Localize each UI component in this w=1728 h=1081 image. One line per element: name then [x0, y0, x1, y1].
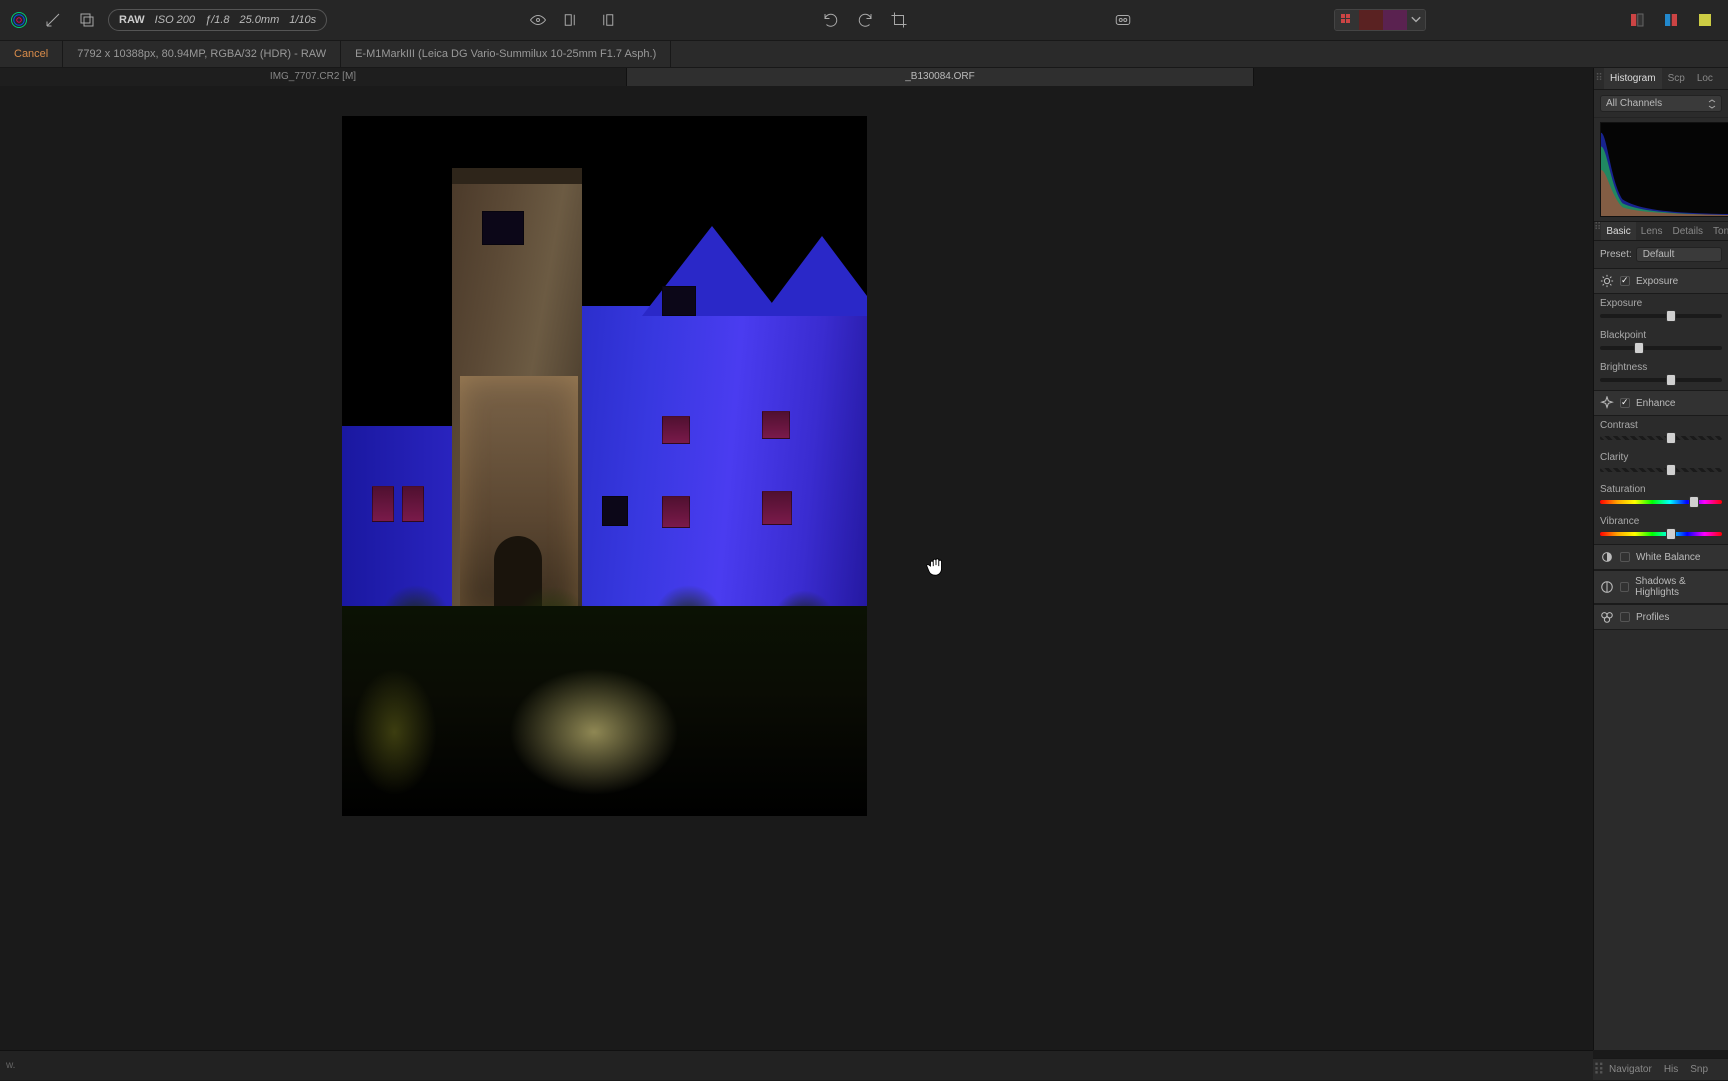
- camera-info: E-M1MarkIII (Leica DG Vario-Summilux 10-…: [341, 40, 671, 68]
- updown-icon: [1708, 99, 1716, 109]
- section-enhance-label: Enhance: [1636, 398, 1675, 409]
- swatch-magenta[interactable]: [1383, 10, 1407, 30]
- slider-vibrance[interactable]: Vibrance: [1594, 512, 1728, 544]
- slider-exposure[interactable]: Exposure: [1594, 294, 1728, 326]
- swatch-more-chevron-icon[interactable]: [1407, 10, 1425, 30]
- slider-blackpoint[interactable]: Blackpoint: [1594, 326, 1728, 358]
- compare-red-icon[interactable]: [1624, 7, 1650, 33]
- overlay-swatches[interactable]: [1334, 9, 1426, 31]
- channel-select[interactable]: All Channels: [1600, 95, 1722, 112]
- shadows-icon: [1600, 580, 1614, 594]
- split-before-icon[interactable]: [559, 7, 585, 33]
- rotate-left-icon[interactable]: [818, 7, 844, 33]
- profiles-checkbox[interactable]: [1620, 612, 1630, 622]
- slider-exposure-label: Exposure: [1600, 298, 1722, 309]
- canvas-area[interactable]: [0, 86, 1254, 1050]
- white-balance-icon: [1600, 550, 1614, 564]
- slider-brightness-label: Brightness: [1600, 362, 1722, 373]
- histogram-display[interactable]: [1600, 122, 1728, 217]
- crop-icon[interactable]: [886, 7, 912, 33]
- tab-scp[interactable]: Scp: [1662, 68, 1691, 89]
- section-shadows-highlights[interactable]: Shadows & Highlights: [1594, 570, 1728, 604]
- tab-tones[interactable]: Tones: [1708, 222, 1728, 240]
- tab-loc[interactable]: Loc: [1691, 68, 1719, 89]
- section-exposure[interactable]: Exposure: [1594, 268, 1728, 294]
- tab-his[interactable]: His: [1658, 1059, 1684, 1081]
- grip-icon[interactable]: ⠿: [1594, 68, 1604, 89]
- wb-checkbox[interactable]: [1620, 552, 1630, 562]
- photo-preview[interactable]: [342, 116, 867, 816]
- section-profiles-label: Profiles: [1636, 612, 1669, 623]
- tab-lens[interactable]: Lens: [1636, 222, 1668, 240]
- tab-snp[interactable]: Snp: [1684, 1059, 1714, 1081]
- exif-badge: RAW ISO 200 ƒ/1.8 25.0mm 1/10s: [108, 9, 327, 31]
- profiles-icon: [1600, 610, 1614, 624]
- aperture-value: ƒ/1.8: [205, 14, 229, 26]
- channel-select-label: All Channels: [1606, 98, 1662, 109]
- preview-eye-icon[interactable]: [525, 7, 551, 33]
- right-sidebar: ⠿ Histogram Scp Loc All Channels ⠿ Basic…: [1593, 68, 1728, 1050]
- slider-brightness[interactable]: Brightness: [1594, 358, 1728, 390]
- tab-navigator[interactable]: Navigator: [1603, 1059, 1658, 1081]
- split-after-icon[interactable]: [593, 7, 619, 33]
- preset-row: Preset: Default: [1594, 241, 1728, 268]
- section-profiles[interactable]: Profiles: [1594, 604, 1728, 630]
- focal-value: 25.0mm: [240, 14, 280, 26]
- tab-histogram[interactable]: Histogram: [1604, 68, 1662, 89]
- tab-image-1[interactable]: IMG_7707.CR2 [M]: [0, 68, 627, 86]
- preset-select[interactable]: Default: [1636, 247, 1722, 262]
- iso-value: ISO 200: [155, 14, 195, 26]
- layers-icon[interactable]: [74, 7, 100, 33]
- sidebar-bottom-tabs: ⠿ Navigator His Snp: [1593, 1058, 1728, 1080]
- raw-label: RAW: [119, 14, 145, 26]
- tab-details[interactable]: Details: [1667, 222, 1708, 240]
- top-toolbar: RAW ISO 200 ƒ/1.8 25.0mm 1/10s: [0, 0, 1728, 40]
- section-wb-label: White Balance: [1636, 552, 1700, 563]
- section-sh-label: Shadows & Highlights: [1635, 576, 1722, 598]
- tab-basic[interactable]: Basic: [1601, 222, 1635, 240]
- grip-icon[interactable]: ⠿: [1593, 1060, 1603, 1080]
- adjust-icon[interactable]: [40, 7, 66, 33]
- sh-checkbox[interactable]: [1620, 582, 1629, 592]
- section-exposure-label: Exposure: [1636, 276, 1678, 287]
- shutter-value: 1/10s: [289, 14, 316, 26]
- app-logo-icon[interactable]: [6, 7, 32, 33]
- cancel-button[interactable]: Cancel: [0, 40, 63, 68]
- slider-vibrance-label: Vibrance: [1600, 516, 1722, 527]
- status-bar: w.: [0, 1050, 1593, 1080]
- slider-saturation-label: Saturation: [1600, 484, 1722, 495]
- tab-image-2[interactable]: _B130084.ORF: [627, 68, 1254, 86]
- adjust-tabs: ⠿ Basic Lens Details Tones: [1594, 221, 1728, 241]
- compare-yellow-icon[interactable]: [1692, 7, 1718, 33]
- slider-saturation[interactable]: Saturation: [1594, 480, 1728, 512]
- slider-contrast[interactable]: Contrast: [1594, 416, 1728, 448]
- enhance-checkbox[interactable]: [1620, 398, 1630, 408]
- grip-icon[interactable]: ⠿: [1594, 222, 1601, 240]
- slider-contrast-label: Contrast: [1600, 420, 1722, 431]
- hand-cursor-icon: [925, 556, 947, 578]
- status-text: w.: [6, 1060, 15, 1071]
- compare-dual-icon[interactable]: [1658, 7, 1684, 33]
- image-dimensions: 7792 x 10388px, 80.94MP, RGBA/32 (HDR) -…: [63, 40, 341, 68]
- exposure-icon: [1600, 274, 1614, 288]
- sidebar-top-tabs: ⠿ Histogram Scp Loc: [1594, 68, 1728, 90]
- slider-clarity[interactable]: Clarity: [1594, 448, 1728, 480]
- info-strip: Cancel 7792 x 10388px, 80.94MP, RGBA/32 …: [0, 40, 1728, 68]
- preset-label: Preset:: [1600, 249, 1632, 260]
- document-tabs: IMG_7707.CR2 [M] _B130084.ORF: [0, 68, 1254, 86]
- section-white-balance[interactable]: White Balance: [1594, 544, 1728, 570]
- slider-blackpoint-label: Blackpoint: [1600, 330, 1722, 341]
- section-enhance[interactable]: Enhance: [1594, 390, 1728, 416]
- exposure-checkbox[interactable]: [1620, 276, 1630, 286]
- slider-clarity-label: Clarity: [1600, 452, 1722, 463]
- enhance-icon: [1600, 396, 1614, 410]
- swatch-grid-icon[interactable]: [1335, 10, 1359, 30]
- rotate-right-icon[interactable]: [852, 7, 878, 33]
- swatch-red[interactable]: [1359, 10, 1383, 30]
- clip-warning-icon[interactable]: [1110, 7, 1136, 33]
